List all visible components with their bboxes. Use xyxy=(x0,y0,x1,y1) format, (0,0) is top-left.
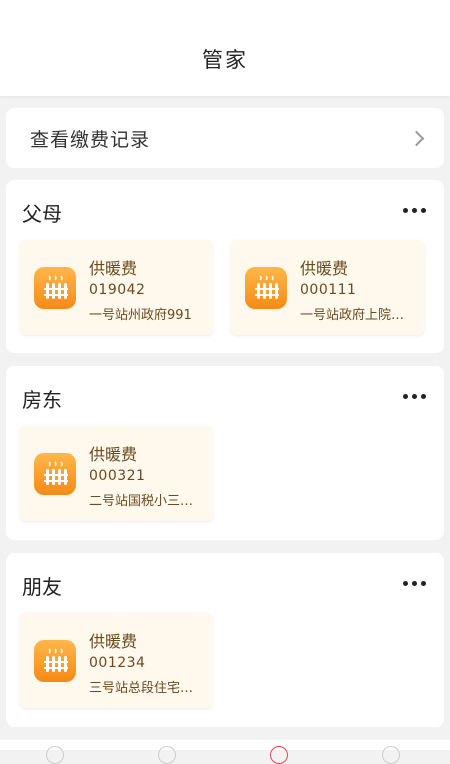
tab-icon[interactable] xyxy=(382,746,400,764)
bill-number: 000321 xyxy=(89,468,146,484)
more-dots-icon[interactable] xyxy=(403,581,426,586)
payment-record-link[interactable]: 查看缴费记录 xyxy=(6,108,444,168)
payment-record-label: 查看缴费记录 xyxy=(30,128,151,151)
bill-name: 供暖费 xyxy=(89,445,138,464)
bill-address: 一号站政府上院… xyxy=(300,308,405,323)
bill-card[interactable]: 供暖费 000321 二号站国税小三… xyxy=(20,426,213,521)
group-card-friends: 朋友 供暖费 001234 三号站总段住宅… xyxy=(6,553,444,727)
bill-card[interactable]: 供暖费 019042 一号站州政府991 xyxy=(20,240,213,335)
radiator-heat-icon xyxy=(245,267,287,309)
bill-name: 供暖费 xyxy=(89,259,138,278)
chevron-right-icon xyxy=(408,130,425,146)
bill-card[interactable]: 供暖费 000111 一号站政府上院… xyxy=(231,240,424,335)
group-card-parents: 父母 供暖费 019042 一号站州政府991 供暖费 000111 一号站政府… xyxy=(6,180,444,353)
bill-name: 供暖费 xyxy=(89,632,138,651)
radiator-heat-icon xyxy=(34,267,76,309)
bill-address: 二号站国税小三… xyxy=(89,494,194,509)
group-card-landlord: 房东 供暖费 000321 二号站国税小三… xyxy=(6,366,444,540)
bill-card[interactable]: 供暖费 001234 三号站总段住宅… xyxy=(20,613,213,708)
bill-number: 001234 xyxy=(89,655,146,671)
bill-address: 一号站州政府991 xyxy=(89,308,192,323)
app-header: 管家 xyxy=(0,0,450,96)
page-title: 管家 xyxy=(202,48,248,72)
bill-address: 三号站总段住宅… xyxy=(89,681,194,696)
tab-icon[interactable] xyxy=(46,746,64,764)
bill-number: 019042 xyxy=(89,282,146,298)
bill-number: 000111 xyxy=(300,282,357,298)
tab-icon[interactable] xyxy=(158,746,176,764)
group-title: 父母 xyxy=(22,202,62,226)
more-dots-icon[interactable] xyxy=(403,394,426,399)
radiator-heat-icon xyxy=(34,640,76,682)
more-dots-icon[interactable] xyxy=(403,208,426,213)
bill-name: 供暖费 xyxy=(300,259,349,278)
group-title: 朋友 xyxy=(22,575,62,599)
tab-icon[interactable] xyxy=(270,746,288,764)
radiator-heat-icon xyxy=(34,453,76,495)
group-title: 房东 xyxy=(22,388,62,412)
bottom-tab-bar xyxy=(0,740,450,764)
